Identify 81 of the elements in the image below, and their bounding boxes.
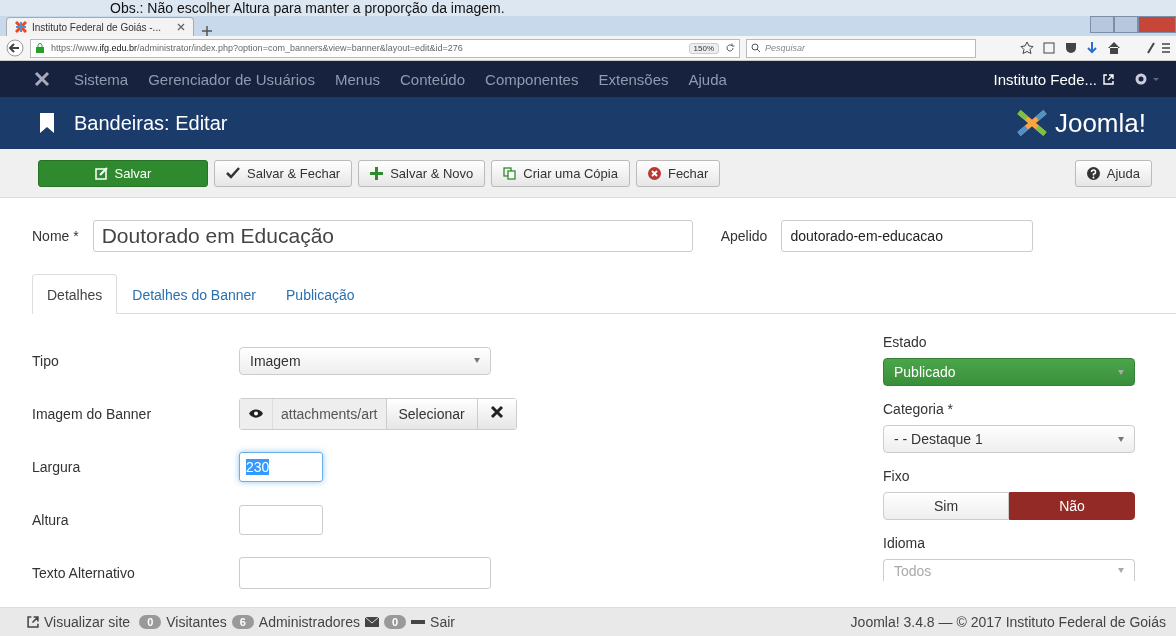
field-label: Estado <box>883 334 928 350</box>
reload-icon[interactable] <box>725 43 735 53</box>
search-placeholder: Pesquisar <box>765 43 806 53</box>
select-field[interactable]: - - Destaque 1 <box>883 425 1135 453</box>
field-label: Tipo <box>32 352 60 369</box>
brand-name: Joomla! <box>1054 107 1146 139</box>
envelope-icon[interactable] <box>365 617 379 627</box>
toolbar-button[interactable]: Criar uma Cópia <box>491 159 630 187</box>
field-label: Categoria * <box>883 401 955 417</box>
search-icon <box>751 43 761 53</box>
alias-input[interactable]: doutorado-em-educacao <box>781 220 1034 252</box>
nav-menu-item[interactable]: Componentes <box>475 70 589 88</box>
gear-icon[interactable] <box>1134 72 1160 86</box>
tab-title: Instituto Federal de Goiás -... <box>32 21 162 33</box>
count-badge: 0 <box>384 615 407 629</box>
toolbar-button[interactable]: Salvar & Novo <box>358 159 486 187</box>
close-icon[interactable] <box>177 23 185 31</box>
check-icon <box>226 167 240 179</box>
browser-tab[interactable]: Instituto Federal de Goiás -... <box>6 17 194 36</box>
external-link-icon <box>27 616 39 628</box>
page-title: Bandeiras: Editar <box>74 111 228 135</box>
toggle-option[interactable]: Sim <box>883 492 1009 520</box>
view-site-link[interactable]: Visualizar site <box>44 614 131 630</box>
plus-icon[interactable] <box>202 26 212 36</box>
caret-icon <box>474 358 480 363</box>
help-icon <box>1086 166 1100 180</box>
edit-icon <box>94 166 108 180</box>
caret-icon <box>1118 568 1124 573</box>
count-badge: 0 <box>139 615 162 629</box>
status-select[interactable]: Publicado <box>883 358 1135 386</box>
select-field[interactable]: Imagem <box>239 346 491 375</box>
toolbar-button[interactable]: Salvar & Fechar <box>214 159 353 187</box>
field-label: Imagem do Banner <box>32 405 153 422</box>
lock-icon <box>35 43 45 53</box>
browser-toolbar-icons-drawing[interactable] <box>1020 41 1170 55</box>
caret-icon <box>1118 436 1124 442</box>
toolbar-button[interactable]: Salvar <box>38 159 208 187</box>
logout-link[interactable]: Sair <box>430 614 455 630</box>
number-input[interactable] <box>239 504 323 535</box>
url-text: https://www.ifg.edu.br/administrator/index.php?option=com_banners&view=banner&layout=edit&id=276 <box>51 43 464 53</box>
plus-icon <box>370 166 384 180</box>
window-controls[interactable] <box>1090 16 1176 33</box>
field-label: Idioma <box>883 535 927 551</box>
field-label: Nome * <box>32 228 79 244</box>
zoom-badge[interactable]: 150% <box>688 42 719 54</box>
help-button[interactable]: Ajuda <box>1074 159 1152 187</box>
search-field[interactable]: Pesquisar <box>746 38 976 58</box>
nav-menu-item[interactable]: Ajuda <box>678 70 737 88</box>
minus-icon <box>411 620 426 624</box>
close-icon <box>647 166 661 180</box>
tab[interactable]: Publicação <box>271 274 370 314</box>
field-label: Largura <box>32 458 82 475</box>
field-label: Fixo <box>883 468 911 484</box>
field-label: Texto Alternativo <box>32 564 136 581</box>
tab[interactable]: Detalhes do Banner <box>117 274 272 314</box>
copy-icon <box>503 166 517 180</box>
count-badge: 6 <box>231 615 254 629</box>
text-input[interactable] <box>239 556 491 589</box>
toolbar-button[interactable]: Fechar <box>635 159 721 187</box>
address-bar[interactable]: https://www.ifg.edu.br/administrator/index.php?option=com_banners&view=banner&layout=edit&id=276 150% <box>30 38 740 58</box>
logo-icon <box>15 21 27 33</box>
field-label: Apelido <box>720 228 768 244</box>
visitors-label: Visitantes <box>166 614 227 630</box>
nav-menu-item[interactable]: Gerenciador de Usuários <box>138 70 325 88</box>
logo-icon[interactable] <box>34 71 50 87</box>
caret-icon <box>1118 369 1124 375</box>
name-input[interactable]: Doutorado em Educação <box>92 220 693 252</box>
back-icon[interactable] <box>6 39 24 57</box>
nav-menu-item[interactable]: Sistema <box>64 70 139 88</box>
nav-menu-item[interactable]: Extensões <box>588 70 679 88</box>
admins-label: Administradores <box>258 614 360 630</box>
tab[interactable]: Detalhes <box>32 274 118 314</box>
field-label: Altura <box>32 511 70 528</box>
external-link-icon <box>1103 73 1114 85</box>
nav-menu-item[interactable]: Conteúdo <box>390 70 476 88</box>
caption-text: Obs.: Não escolher Altura para manter a proporção da imagem. <box>0 0 1176 16</box>
nav-menu-item[interactable]: Menus <box>324 70 390 88</box>
toggle-option[interactable]: Não <box>1009 492 1135 520</box>
bookmark-icon <box>40 113 54 133</box>
copyright-text: Joomla! 3.4.8 — © 2017 Instituto Federal de Goiás <box>850 614 1166 630</box>
site-link[interactable]: Instituto Fede... <box>993 70 1097 88</box>
